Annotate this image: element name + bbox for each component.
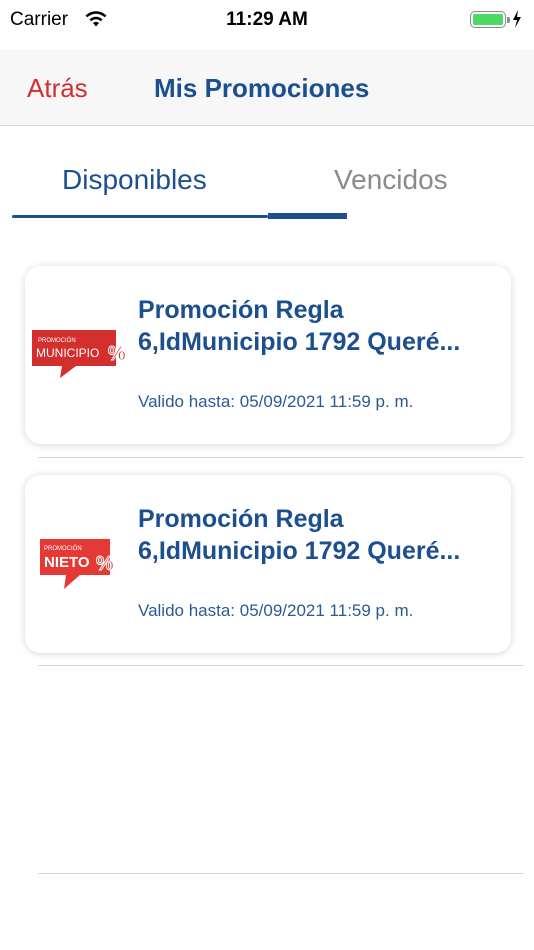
badge-top-text: PROMOCIÓN — [44, 545, 82, 552]
tab-vencidos[interactable]: Vencidos — [334, 164, 448, 196]
badge-percent: % — [108, 343, 125, 365]
badge-top-text: PROMOCIÓN — [38, 337, 76, 344]
promo-municipio-badge-icon: PROMOCIÓN MUNICIPIO % — [32, 330, 125, 378]
divider — [38, 873, 524, 874]
promotion-valid-until: Valido hasta: 05/09/2021 11:59 p. m. — [138, 392, 414, 411]
clock: 11:29 AM — [226, 9, 308, 30]
badge-main-text: NIETO — [44, 554, 90, 571]
promotion-card[interactable]: PROMOCIÓN MUNICIPIO % Promoción Regla 6,… — [25, 266, 511, 444]
navigation-bar: Atrás Mis Promociones — [0, 50, 534, 126]
status-bar: Carrier 11:29 AM — [0, 0, 534, 40]
page-title: Mis Promociones — [154, 73, 370, 103]
promotion-valid-until: Valido hasta: 05/09/2021 11:59 p. m. — [138, 601, 414, 620]
promotion-title: Promoción Regla 6,IdMunicipio 1792 Queré… — [138, 505, 461, 565]
tab-disponibles[interactable]: Disponibles — [62, 164, 207, 196]
back-button[interactable]: Atrás — [27, 73, 88, 104]
promotion-card[interactable]: PROMOCIÓN NIETO % Promoción Regla 6,IdMu… — [25, 475, 511, 653]
badge-percent: % — [96, 553, 114, 575]
battery-icon — [470, 11, 510, 28]
promotion-title: Promoción Regla 6,IdMunicipio 1792 Queré… — [138, 296, 461, 356]
promo-nieto-badge-icon: PROMOCIÓN NIETO % — [40, 539, 115, 589]
tab-underline — [12, 215, 268, 218]
badge-main-text: MUNICIPIO — [36, 346, 99, 360]
divider — [38, 665, 524, 666]
charging-bolt-icon — [513, 10, 521, 28]
tab-selection-indicator — [268, 213, 347, 219]
tab-bar: Disponibles Vencidos — [0, 126, 534, 226]
battery-fill — [473, 14, 503, 25]
battery-nub — [507, 17, 510, 23]
divider — [38, 457, 524, 458]
